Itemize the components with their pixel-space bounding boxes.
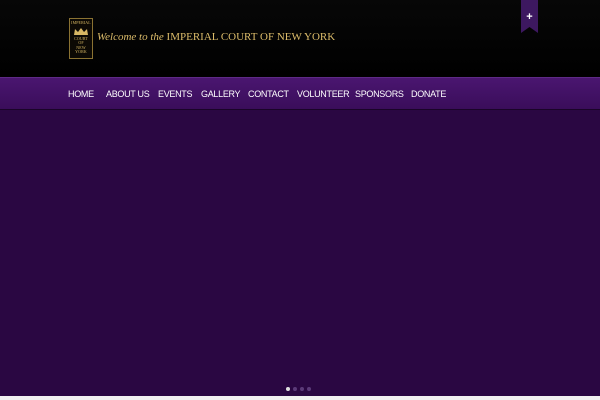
nav-item-volunteer[interactable]: VOLUNTEER [297,89,350,99]
crown-icon [74,27,88,35]
tagline-court-name: IMPERIAL COURT OF NEW YORK [166,31,336,43]
nav-item-home[interactable]: HOME [68,89,94,99]
nav-item-donate[interactable]: DONATE [411,89,446,99]
slider-dot-2[interactable] [293,387,297,391]
site-header: IMPERIAL COURT OF NEW YORK Welcome to th… [0,0,600,77]
logo-line-1: IMPERIAL [71,20,91,25]
nav-item-gallery[interactable]: GALLERY [201,89,241,99]
slider-dot-3[interactable] [300,387,304,391]
footer-edge [0,396,600,400]
nav-item-about-us[interactable]: ABOUT US [106,89,150,99]
nav-item-contact[interactable]: CONTACT [248,89,289,99]
nav-item-events[interactable]: EVENTS [158,89,193,99]
main-navigation: HOME ABOUT US EVENTS GALLERY CONTACT VOL… [0,77,600,110]
slider-dot-1[interactable] [286,387,290,391]
logo-line-4: NEW YORK [75,44,87,55]
site-tagline: Welcome to the IMPERIAL COURT OF NEW YOR… [97,31,335,43]
site-logo[interactable]: IMPERIAL COURT OF NEW YORK [69,18,93,59]
slider-dot-4[interactable] [307,387,311,391]
hero-slider [0,110,600,396]
plus-icon[interactable]: + [521,11,538,23]
tagline-welcome: Welcome to the [97,31,164,43]
nav-item-sponsors[interactable]: SPONSORS [355,89,404,99]
